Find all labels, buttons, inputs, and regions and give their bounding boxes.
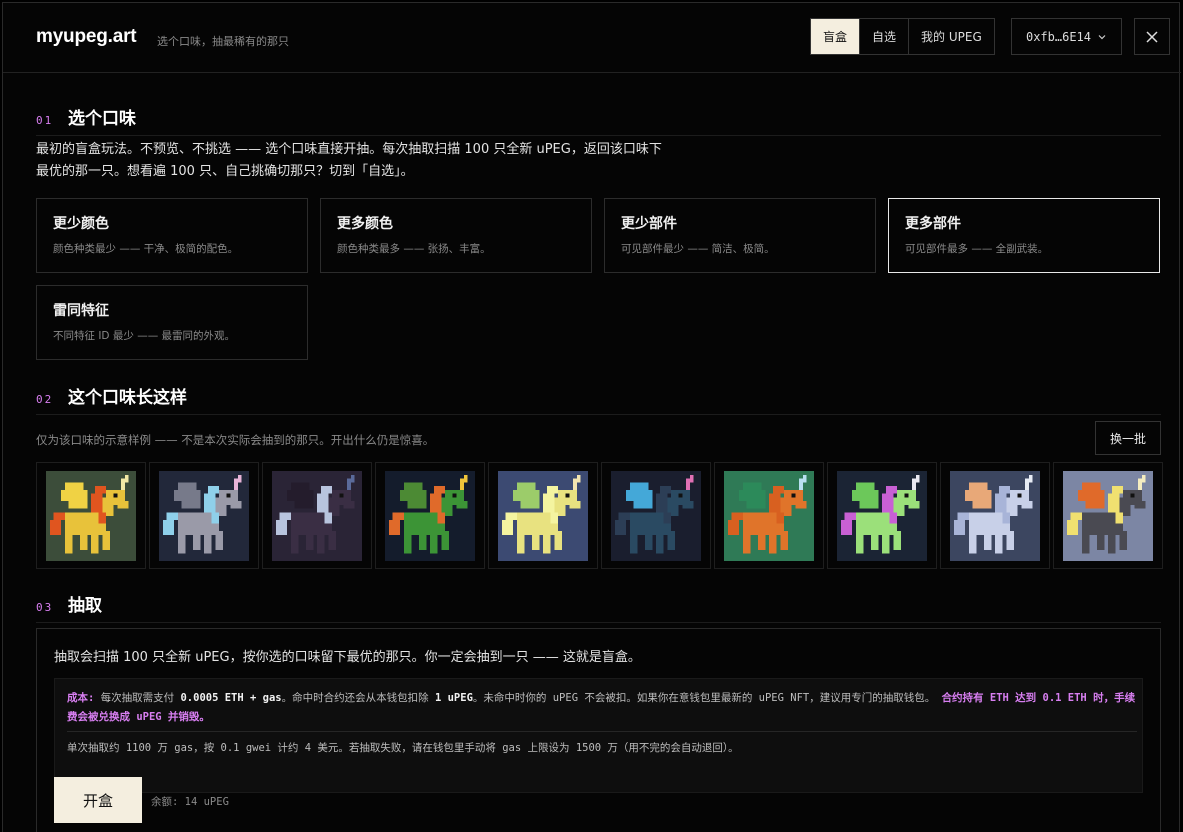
flavor-card-fewer-colors[interactable]: 更少颜色 颜色种类最少 —— 干净、极简的配色。 bbox=[36, 198, 308, 273]
tab-my-upeg[interactable]: 我的 UPEG bbox=[908, 19, 994, 54]
sample-upeg-image bbox=[611, 470, 701, 561]
section-draw-header: 03 抽取 bbox=[36, 591, 1161, 623]
balance-text: 余额: 14 uPEG bbox=[151, 796, 229, 808]
sample-upeg bbox=[601, 462, 711, 569]
sample-upeg bbox=[1053, 462, 1163, 569]
sample-upeg-image bbox=[46, 470, 136, 561]
section-preview-header: 02 这个口味长这样 bbox=[36, 383, 1161, 415]
sample-upeg-image bbox=[272, 470, 362, 561]
draw-panel: 抽取会扫描 100 只全新 uPEG，按你选的口味留下最优的那只。你一定会抽到一… bbox=[36, 628, 1161, 832]
flavor-description: 可见部件最多 —— 全副武装。 bbox=[905, 243, 1049, 255]
sample-upeg-image bbox=[724, 470, 814, 561]
app-frame: myupeg.art 选个口味，抽最稀有的那只 盲盒 自选 我的 UPEG 0x… bbox=[2, 2, 1181, 832]
flavor-card-more-colors[interactable]: 更多颜色 颜色种类最多 —— 张扬、丰富。 bbox=[320, 198, 592, 273]
sample-upeg-image bbox=[1063, 470, 1153, 561]
divider bbox=[36, 414, 1161, 415]
divider bbox=[36, 622, 1161, 623]
chevron-down-icon bbox=[1098, 34, 1106, 39]
cost-notice: 成本: 每次抽取需支付 0.0005 ETH + gas。命中时合约还会从本钱包… bbox=[54, 678, 1143, 793]
flavor-card-more-parts[interactable]: 更多部件 可见部件最多 —— 全副武装。 bbox=[888, 198, 1160, 273]
flavor-description: 不同特征 ID 最少 —— 最雷同的外观。 bbox=[53, 330, 236, 342]
preview-note: 仅为该口味的示意样例 —— 不是本次实际会抽到的那只。开出什么仍是惊喜。 bbox=[36, 433, 435, 447]
flavor-description: 可见部件最少 —— 简洁、极简。 bbox=[621, 243, 775, 255]
cost-text: 每次抽取需支付 bbox=[94, 692, 181, 704]
section-number: 03 bbox=[36, 601, 54, 614]
sample-upeg-image bbox=[837, 470, 927, 561]
sample-upeg bbox=[827, 462, 937, 569]
section-number: 01 bbox=[36, 114, 54, 127]
cost-details: 成本: 每次抽取需支付 0.0005 ETH + gas。命中时合约还会从本钱包… bbox=[67, 689, 1137, 727]
sample-upeg bbox=[940, 462, 1050, 569]
sample-upeg bbox=[149, 462, 259, 569]
tab-pick[interactable]: 自选 bbox=[859, 19, 908, 54]
draw-intro: 抽取会扫描 100 只全新 uPEG，按你选的口味留下最优的那只。你一定会抽到一… bbox=[54, 650, 641, 665]
sample-upeg-image bbox=[159, 470, 249, 561]
flavor-title: 更少部件 bbox=[621, 216, 677, 232]
tab-blindbox[interactable]: 盲盒 bbox=[811, 19, 860, 54]
wallet-button[interactable]: 0xfb…6E14 bbox=[1011, 18, 1122, 55]
refresh-samples-button[interactable]: 换一批 bbox=[1095, 421, 1161, 455]
sample-upeg bbox=[36, 462, 146, 569]
flavor-title: 更多部件 bbox=[905, 216, 961, 232]
wallet-address: 0xfb…6E14 bbox=[1025, 29, 1092, 44]
cost-upeg: 1 uPEG bbox=[434, 692, 473, 704]
sample-upeg bbox=[262, 462, 372, 569]
cost-text: 。命中时合约还会从本钱包扣除 bbox=[281, 692, 435, 704]
section-title: 选个口味 bbox=[68, 109, 136, 129]
section-title: 这个口味长这样 bbox=[68, 388, 187, 408]
sample-upeg-image bbox=[950, 470, 1040, 561]
sample-upeg-image bbox=[498, 470, 588, 561]
sample-upeg bbox=[714, 462, 824, 569]
sample-upeg bbox=[375, 462, 485, 569]
flavor-description: 颜色种类最多 —— 张扬、丰富。 bbox=[337, 243, 491, 255]
section-description: 最初的盲盒玩法。不预览、不挑选 —— 选个口味直接开抽。每次抽取扫描 100 只… bbox=[36, 139, 662, 183]
sample-upeg-image bbox=[385, 470, 475, 561]
header: myupeg.art 选个口味，抽最稀有的那只 盲盒 自选 我的 UPEG 0x… bbox=[3, 3, 1181, 73]
section-flavor-header: 01 选个口味 bbox=[36, 104, 1161, 136]
description-line: 最初的盲盒玩法。不预览、不挑选 —— 选个口味直接开抽。每次抽取扫描 100 只… bbox=[36, 142, 662, 157]
flavor-card-fewer-parts[interactable]: 更少部件 可见部件最少 —— 简洁、极简。 bbox=[604, 198, 876, 273]
close-button[interactable] bbox=[1134, 18, 1170, 55]
flavor-title: 雷同特征 bbox=[53, 303, 109, 319]
divider bbox=[36, 135, 1161, 136]
flavor-description: 颜色种类最少 —— 干净、极简的配色。 bbox=[53, 243, 239, 255]
open-box-button[interactable]: 开盒 bbox=[54, 777, 142, 823]
flavor-title: 更多颜色 bbox=[337, 216, 393, 232]
description-line: 最优的那一只。想看遍 100 只、自己挑确切那只？切到「自选」。 bbox=[36, 164, 414, 179]
gas-info: 单次抽取约 1100 万 gas，按 0.1 gwei 计约 4 美元。若抽取失… bbox=[67, 742, 739, 754]
section-title: 抽取 bbox=[68, 596, 102, 616]
divider bbox=[67, 731, 1137, 732]
section-number: 02 bbox=[36, 393, 54, 406]
flavor-card-similar-traits[interactable]: 雷同特征 不同特征 ID 最少 —— 最雷同的外观。 bbox=[36, 285, 308, 360]
flavor-title: 更少颜色 bbox=[53, 216, 109, 232]
sample-upeg bbox=[488, 462, 598, 569]
cost-label: 成本: bbox=[67, 692, 95, 704]
tagline: 选个口味，抽最稀有的那只 bbox=[157, 35, 289, 48]
sample-gallery bbox=[36, 462, 1163, 569]
close-icon bbox=[1146, 30, 1158, 43]
nav-tabs: 盲盒 自选 我的 UPEG bbox=[810, 18, 995, 55]
cost-text: 。未命中时你的 uPEG 不会被扣。如果你在意钱包里最新的 uPEG NFT，建… bbox=[472, 692, 942, 704]
logo[interactable]: myupeg.art bbox=[36, 26, 137, 48]
cost-price: 0.0005 ETH + gas bbox=[180, 692, 282, 704]
